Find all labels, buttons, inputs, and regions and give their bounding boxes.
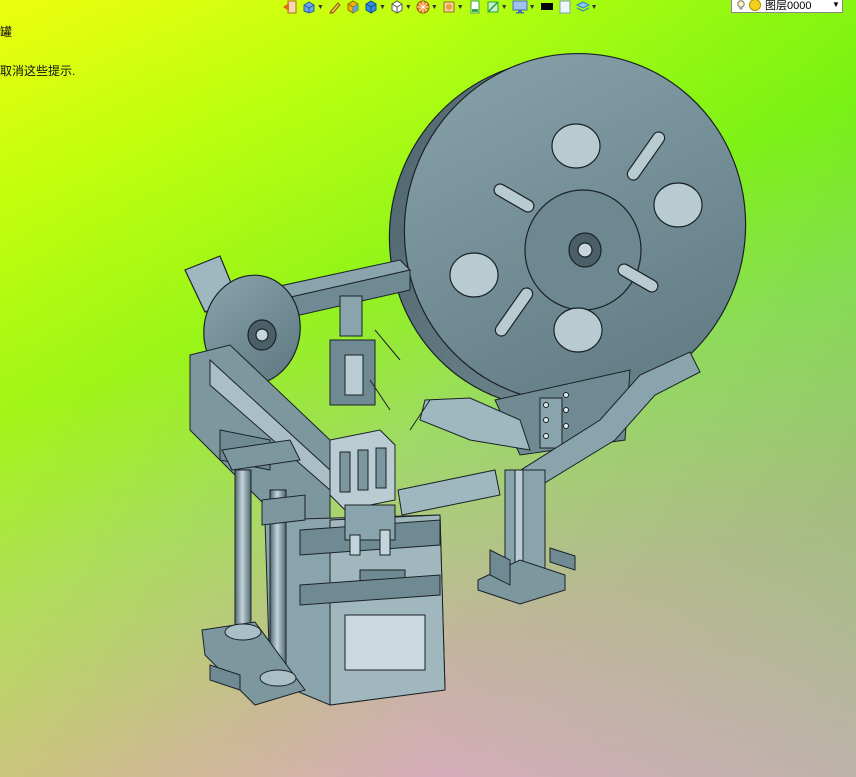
exit-icon — [283, 0, 297, 14]
layers-icon — [575, 1, 590, 12]
scenes-button[interactable]: ▼ — [442, 0, 464, 14]
fill-color-button[interactable] — [558, 0, 572, 14]
view-settings-button[interactable] — [468, 0, 482, 14]
edit-appearance-button[interactable]: ▼ — [390, 0, 412, 14]
view-orient-icon — [303, 1, 315, 14]
layer-value: 图层0000 — [765, 0, 812, 12]
appearance-icon — [443, 1, 455, 13]
view-orientation-button[interactable]: ▼ — [302, 0, 324, 14]
render-sphere-icon — [416, 0, 430, 14]
chevron-down-icon: ▼ — [832, 0, 840, 9]
chevron-down-icon: ▼ — [317, 3, 324, 11]
display-monitor-icon — [512, 0, 528, 14]
box-blue-icon — [365, 0, 377, 14]
chevron-down-icon: ▼ — [456, 3, 464, 11]
hint-line-1: 罐 — [0, 25, 13, 39]
color-white-icon — [559, 0, 571, 14]
feeder-bracket[interactable] — [329, 295, 401, 411]
display-style-button[interactable] — [346, 0, 360, 14]
section-icon — [487, 1, 499, 13]
hint-text: 罐 取消这些提示. — [0, 0, 75, 91]
sheet-icon — [470, 0, 480, 14]
chevron-down-icon: ▼ — [528, 3, 536, 11]
line-color-button[interactable] — [540, 0, 554, 14]
chevron-down-icon: ▼ — [500, 3, 508, 11]
color-black-icon — [540, 3, 553, 10]
pencil-icon — [329, 2, 341, 14]
chevron-down-icon: ▼ — [404, 3, 412, 11]
layer-color-icon — [749, 0, 761, 11]
chevron-down-icon: ▼ — [590, 3, 598, 11]
sketch-button[interactable] — [328, 0, 342, 14]
section-view-button[interactable]: ▼ — [486, 0, 508, 14]
shaded-cube-icon — [347, 0, 359, 14]
monitor-button[interactable]: ▼ — [512, 0, 536, 14]
cube-white-icon — [391, 0, 403, 14]
layer-dropdown[interactable]: 图层0000 ▼ — [731, 0, 843, 13]
exit-button[interactable] — [282, 0, 298, 14]
layer-properties-button[interactable]: ▼ — [575, 0, 598, 14]
chevron-down-icon: ▼ — [430, 3, 438, 11]
heads-up-toolbar: ▼ ▼ ▼ ▼ ▼ ▼ ▼ ▼ — [282, 0, 598, 14]
hint-line-2[interactable]: 取消这些提示. — [0, 65, 75, 78]
hide-show-button[interactable]: ▼ — [364, 0, 386, 14]
render-tools-button[interactable]: ▼ — [416, 0, 438, 14]
chevron-down-icon: ▼ — [378, 3, 386, 11]
cad-model[interactable] — [0, 0, 856, 777]
lightbulb-icon — [737, 0, 745, 9]
